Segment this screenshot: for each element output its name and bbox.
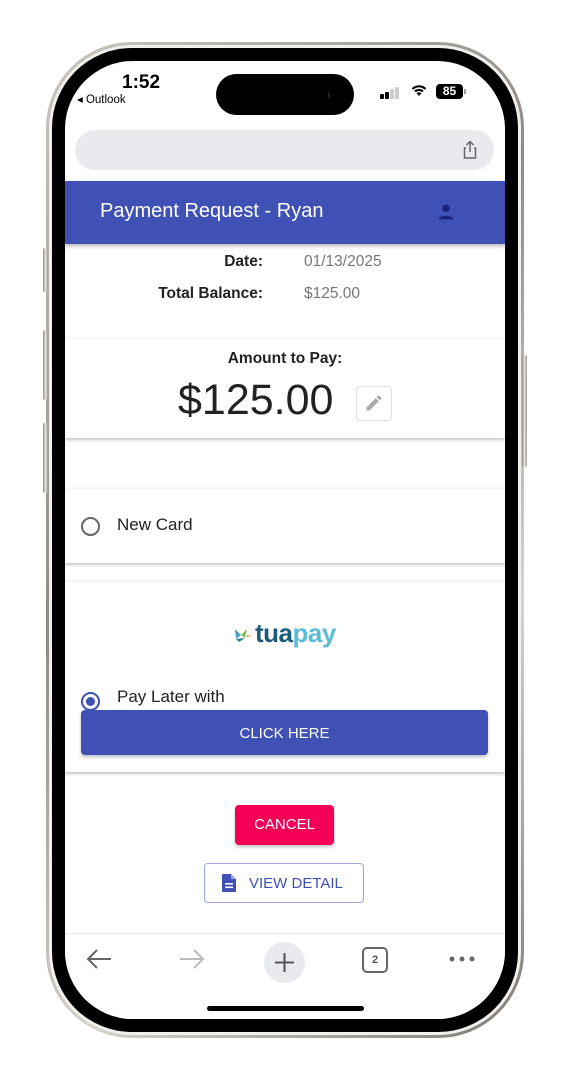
more-options-icon[interactable] xyxy=(449,956,475,962)
home-indicator[interactable] xyxy=(207,1006,364,1011)
share-icon[interactable] xyxy=(460,140,480,160)
phone-screen: 1:52 ◂ Outlook 85 Payment Request - Ryan… xyxy=(65,61,505,1019)
date-label: Date: xyxy=(224,253,263,270)
battery-tip xyxy=(464,89,466,94)
new-card-label: New Card xyxy=(117,515,193,534)
forward-arrow-icon[interactable] xyxy=(178,947,206,971)
back-to-app-link[interactable]: ◂ Outlook xyxy=(77,92,126,106)
tuapay-wordmark: tuapay xyxy=(255,618,336,648)
view-detail-button[interactable]: VIEW DETAIL xyxy=(204,863,364,903)
date-value: 01/13/2025 xyxy=(304,253,382,270)
new-card-option[interactable]: New Card xyxy=(65,489,505,563)
edit-amount-button[interactable] xyxy=(356,386,392,421)
battery-indicator: 85 xyxy=(436,84,463,99)
cellular-signal-icon xyxy=(380,87,404,99)
new-tab-button[interactable] xyxy=(264,942,305,983)
cancel-button[interactable]: CANCEL xyxy=(235,805,334,845)
pencil-icon xyxy=(366,395,382,411)
back-arrow-icon[interactable] xyxy=(85,947,113,971)
view-detail-label: VIEW DETAIL xyxy=(249,875,343,892)
pay-later-radio[interactable] xyxy=(81,692,100,711)
app-header: Payment Request - Ryan xyxy=(65,181,505,244)
click-here-button[interactable]: CLICK HERE xyxy=(81,710,488,755)
tuapay-bird-icon xyxy=(235,629,252,642)
amount-value: $125.00 xyxy=(178,376,334,424)
wifi-icon xyxy=(411,85,427,96)
plus-icon xyxy=(275,953,294,972)
status-time: 1:52 xyxy=(122,72,161,93)
balance-value: $125.00 xyxy=(304,285,361,302)
amount-label: Amount to Pay: xyxy=(227,350,343,367)
person-icon[interactable] xyxy=(435,201,457,223)
document-icon xyxy=(222,874,236,892)
address-bar[interactable] xyxy=(75,130,494,170)
amount-card: Amount to Pay: $125.00 xyxy=(65,339,505,438)
new-card-radio[interactable] xyxy=(81,517,100,536)
page-title: Payment Request - Ryan xyxy=(100,200,324,222)
tabs-button[interactable]: 2 xyxy=(362,947,388,973)
volume-up-button xyxy=(43,330,48,400)
balance-label: Total Balance: xyxy=(158,285,263,302)
action-button xyxy=(43,248,48,292)
power-button xyxy=(522,355,527,467)
dynamic-island xyxy=(216,74,354,115)
pay-later-label: Pay Later with xyxy=(117,687,225,706)
volume-down-button xyxy=(43,423,48,493)
